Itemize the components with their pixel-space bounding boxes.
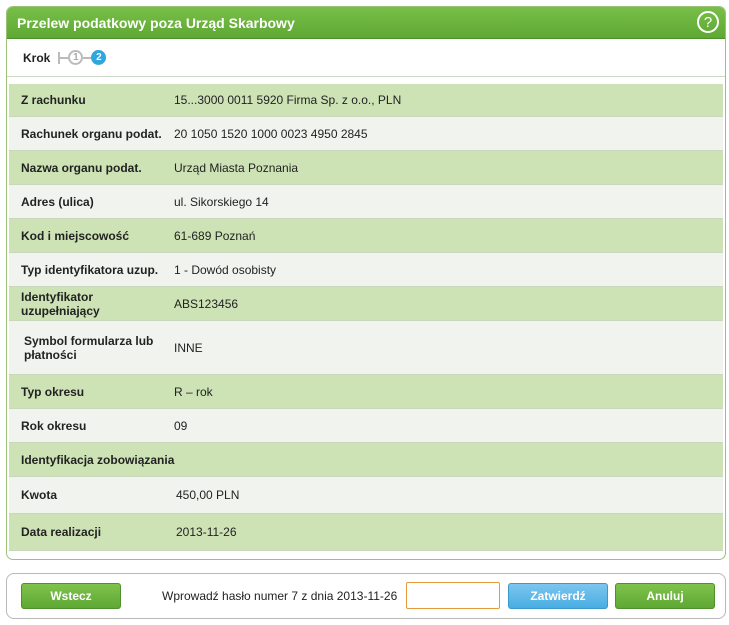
panel-header: Przelew podatkowy poza Urząd Skarbowy ? [7,7,725,39]
back-button[interactable]: Wstecz [21,583,121,609]
step-connector [83,56,92,59]
row-value: 09 [174,418,188,433]
row-value: 2013-11-26 [176,525,237,539]
row-value: 1 - Dowód osobisty [174,262,277,277]
password-prompt: Wprowadź hasło numer 7 z dnia 2013-11-26 [162,589,398,603]
row-id-type: Typ identyfikatora uzup. 1 - Dowód osobi… [9,253,723,287]
row-label: Symbol formularza lub płatności [24,333,154,362]
row-label: Typ identyfikatora uzup. [21,262,159,277]
details-table: Z rachunku 15...3000 0011 5920 Firma Sp.… [7,84,725,551]
action-bar: Wstecz Wprowadź hasło numer 7 z dnia 201… [6,573,726,619]
row-form-symbol: Symbol formularza lub płatności INNE [9,321,723,375]
row-value: Urząd Miasta Poznania [174,160,299,175]
step-2-circle: 2 [91,50,107,65]
confirm-button[interactable]: Zatwierdź [508,583,608,609]
row-address: Adres (ulica) ul. Sikorskiego 14 [9,185,723,219]
row-value: ul. Sikorskiego 14 [174,194,269,209]
row-label: Nazwa organu podat. [21,160,142,175]
step-1-circle: 1 [68,50,84,65]
step-connector [60,56,69,59]
row-label: Adres (ulica) [21,194,94,209]
row-supplementary-id: Identyfikator uzupełniający ABS123456 [9,287,723,321]
row-value: 20 1050 1520 1000 0023 4950 2845 [174,126,368,141]
row-value: 450,00 PLN [176,488,240,502]
help-icon[interactable]: ? [697,11,719,33]
row-from-account: Z rachunku 15...3000 0011 5920 Firma Sp.… [9,84,723,117]
transfer-panel: Przelew podatkowy poza Urząd Skarbowy ? … [6,6,726,560]
row-label: Z rachunku [21,93,86,107]
row-amount: Kwota 450,00 PLN [9,477,723,514]
row-label: Typ okresu [21,384,85,399]
row-label: Kod i miejscowość [21,228,130,243]
row-label: Rachunek organu podat. [21,126,162,141]
row-label: Kwota [21,488,57,502]
step-progress: 1 2 [58,50,107,65]
row-obligation-id: Identyfikacja zobowiązania [9,443,723,477]
row-tax-account: Rachunek organu podat. 20 1050 1520 1000… [9,117,723,151]
row-tax-office-name: Nazwa organu podat. Urząd Miasta Poznani… [9,151,723,185]
row-postal-city: Kod i miejscowość 61-689 Poznań [9,219,723,253]
row-value: INNE [174,340,203,355]
page-title: Przelew podatkowy poza Urząd Skarbowy [17,14,295,31]
row-execution-date: Data realizacji 2013-11-26 [9,514,723,551]
row-label: Identyfikator uzupełniający [21,289,100,318]
row-label: Identyfikacja zobowiązania [21,452,175,467]
step-label: Krok [23,50,51,65]
row-label: Rok okresu [21,418,87,433]
row-period-type: Typ okresu R – rok [9,375,723,409]
row-period-year: Rok okresu 09 [9,409,723,443]
row-label: Data realizacji [21,525,102,539]
row-value: 15...3000 0011 5920 Firma Sp. z o.o., PL… [174,93,402,107]
row-value: ABS123456 [174,296,239,311]
cancel-button[interactable]: Anuluj [615,583,715,609]
row-value: R – rok [174,384,213,399]
password-input[interactable] [406,582,500,609]
row-value: 61-689 Poznań [174,228,256,243]
step-indicator: Krok 1 2 [7,39,725,77]
